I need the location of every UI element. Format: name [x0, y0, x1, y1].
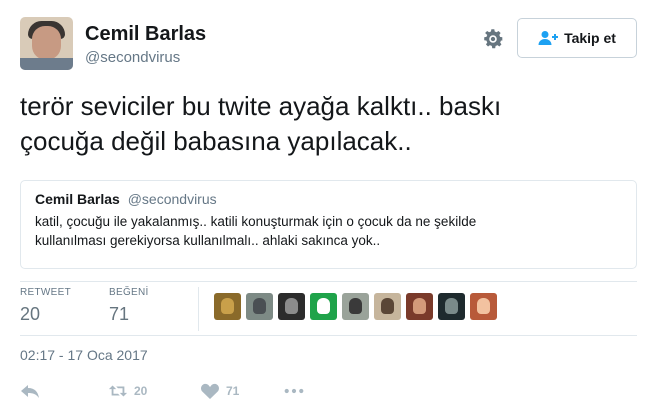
liker-avatar[interactable]: [342, 293, 369, 320]
like-stat-label: BEĞENİ: [109, 287, 149, 298]
quoted-author-name: Cemil Barlas: [35, 191, 120, 207]
liker-avatar-figure: [285, 298, 298, 314]
tweet-timestamp[interactable]: 02:17 - 17 Oca 2017: [20, 347, 148, 363]
author-avatar[interactable]: [20, 17, 73, 70]
tweet-text: terör seviciler bu twite ayağa kalktı.. …: [20, 91, 502, 156]
liker-avatar-figure: [221, 298, 234, 314]
like-action-count: 71: [226, 384, 240, 398]
reply-button[interactable]: [20, 382, 40, 400]
liker-avatar-figure: [413, 298, 426, 314]
retweet-stat-count: 20: [20, 304, 41, 324]
avatar-shirt: [20, 58, 73, 70]
retweet-stat-label: RETWEET: [20, 287, 71, 298]
quoted-tweet-text: katil, çocuğu ile yakalanmış.. katili ko…: [35, 214, 477, 248]
liker-avatars: [214, 293, 497, 320]
liker-avatar[interactable]: [374, 293, 401, 320]
liker-avatar-figure: [253, 298, 266, 314]
liker-avatar-figure: [477, 298, 490, 314]
quoted-author-handle: @secondvirus: [127, 191, 217, 207]
liker-avatar[interactable]: [438, 293, 465, 320]
divider-bottom: [20, 335, 637, 336]
quoted-tweet[interactable]: Cemil Barlas @secondvirus katil, çocuğu …: [20, 180, 637, 269]
quoted-tweet-header: Cemil Barlas @secondvirus: [35, 191, 622, 207]
avatar-face: [32, 26, 61, 60]
liker-avatar[interactable]: [470, 293, 497, 320]
follow-button-label: Takip et: [564, 30, 616, 46]
liker-avatar-figure: [445, 298, 458, 314]
like-button[interactable]: 71: [200, 382, 239, 400]
more-button[interactable]: [284, 382, 304, 400]
author-name[interactable]: Cemil Barlas: [85, 23, 206, 46]
liker-avatar[interactable]: [214, 293, 241, 320]
liker-avatar[interactable]: [278, 293, 305, 320]
liker-avatar[interactable]: [246, 293, 273, 320]
follow-button[interactable]: Takip et: [517, 18, 637, 58]
like-stat-count: 71: [109, 304, 130, 324]
retweet-button[interactable]: 20: [108, 382, 147, 400]
divider-top: [20, 281, 637, 282]
liker-avatar-figure: [317, 298, 330, 314]
retweet-icon: [108, 385, 128, 397]
stats-divider: [198, 287, 199, 331]
liker-avatar[interactable]: [406, 293, 433, 320]
liker-avatar-figure: [349, 298, 362, 314]
author-handle[interactable]: @secondvirus: [85, 49, 180, 66]
retweet-action-count: 20: [134, 384, 148, 398]
heart-icon: [201, 383, 219, 399]
add-user-icon: [538, 31, 559, 45]
liker-avatar[interactable]: [310, 293, 337, 320]
gear-icon[interactable]: [480, 26, 506, 52]
more-icon: [284, 388, 304, 394]
reply-icon: [21, 385, 39, 398]
like-stat[interactable]: BEĞENİ 71: [109, 287, 149, 325]
liker-avatar-figure: [381, 298, 394, 314]
retweet-stat[interactable]: RETWEET 20: [20, 287, 71, 325]
